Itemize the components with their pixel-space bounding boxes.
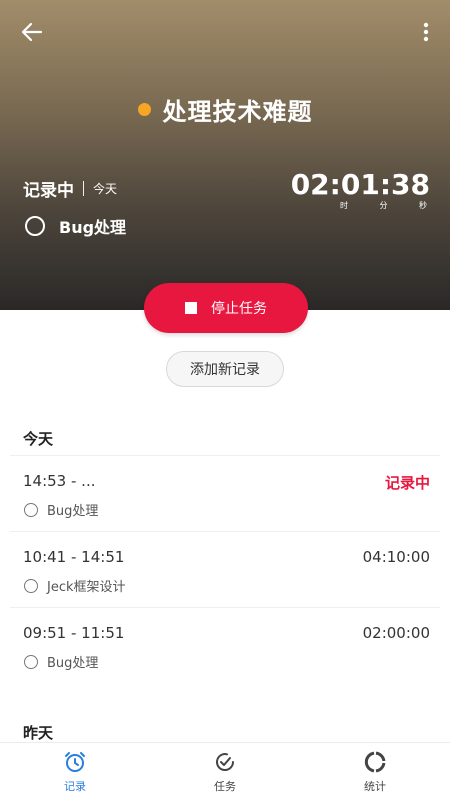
record-time: 14:53 - ... (23, 472, 96, 490)
timer-units: 时 分 秒 (318, 200, 430, 211)
recording-status: 记录中 今天 (23, 176, 117, 201)
status-label: 记录中 (23, 181, 74, 201)
task-circle-icon (24, 578, 38, 593)
donut-chart-icon (364, 751, 386, 772)
task-circle-icon (25, 216, 45, 236)
more-options-button[interactable] (416, 18, 436, 46)
record-duration: 02:00:00 (362, 624, 430, 642)
tab-records-label: 记录 (64, 779, 86, 793)
task-header: 处理技术难题 记录中 今天 02:01:38 时 分 秒 Bug处理 (0, 0, 450, 310)
section-title-today: 今天 (23, 430, 54, 448)
timer-digits: 02:01:38 (290, 168, 430, 201)
record-task: Jeck框架设计 (24, 576, 126, 595)
record-task-label: Bug处理 (47, 504, 99, 519)
check-circle-icon (216, 752, 235, 771)
task-title: 处理技术难题 (162, 98, 313, 126)
record-item[interactable]: 10:41 - 14:51 04:10:00 Jeck框架设计 (10, 532, 440, 606)
record-duration: 04:10:00 (362, 548, 430, 566)
section-title-yesterday: 昨天 (23, 724, 54, 742)
arrow-left-icon (22, 23, 42, 41)
more-vertical-icon (423, 22, 429, 42)
tab-records[interactable]: 记录 (25, 750, 125, 794)
tab-tasks-label: 任务 (214, 779, 236, 793)
tab-stats-label: 统计 (364, 779, 386, 793)
stop-task-label: 停止任务 (211, 301, 267, 317)
stop-icon (185, 302, 197, 314)
timer-unit-hour: 时 (340, 201, 348, 210)
record-item[interactable]: 09:51 - 11:51 02:00:00 Bug处理 (10, 608, 440, 682)
current-task[interactable]: Bug处理 (25, 214, 126, 238)
record-task: Bug处理 (24, 652, 98, 671)
task-title-row: 处理技术难题 (0, 92, 450, 127)
record-task-label: Bug处理 (47, 656, 99, 671)
task-circle-icon (24, 654, 38, 669)
timer-unit-minute: 分 (379, 201, 388, 210)
timer-unit-second: 秒 (419, 201, 427, 210)
alarm-clock-icon (65, 751, 85, 772)
record-duration: 记录中 (384, 474, 430, 492)
record-time: 09:51 - 11:51 (23, 624, 125, 642)
task-circle-icon (24, 502, 38, 517)
tab-tasks[interactable]: 任务 (175, 750, 275, 794)
record-item[interactable]: 14:53 - ... 记录中 Bug处理 (10, 456, 440, 530)
elapsed-timer: 02:01:38 时 分 秒 (291, 170, 430, 211)
record-task-label: Jeck框架设计 (47, 580, 126, 595)
status-day: 今天 (93, 182, 118, 196)
current-task-label: Bug处理 (59, 218, 127, 237)
record-task: Bug处理 (24, 500, 98, 519)
add-record-button[interactable]: 添加新记录 (166, 351, 284, 387)
record-time: 10:41 - 14:51 (23, 548, 125, 566)
task-color-dot (137, 103, 151, 116)
back-button[interactable] (16, 18, 48, 46)
tab-stats[interactable]: 统计 (325, 750, 425, 794)
status-divider (83, 181, 84, 196)
bottom-tab-bar: 记录 任务 统计 (0, 742, 450, 800)
stop-task-button[interactable]: 停止任务 (144, 283, 308, 333)
